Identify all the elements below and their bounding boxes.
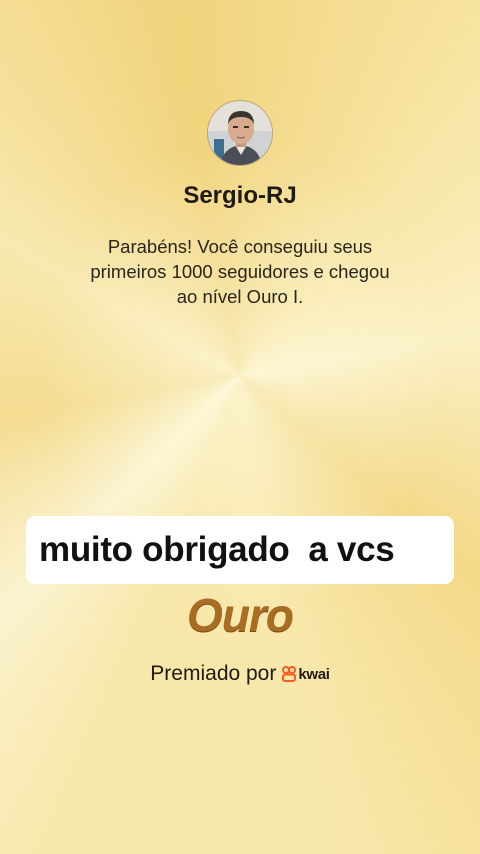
sponsor-line: Premiado por kwai (0, 662, 480, 686)
achievement-message: Parabéns! Você conseguiu seus primeiros … (60, 234, 420, 309)
caption-box: muito obrigado a vcs (26, 516, 454, 584)
caption-text: muito obrigado a vcs (39, 530, 395, 569)
message-line: ao nível Ouro I. (176, 286, 304, 307)
kwai-logo-icon (282, 666, 297, 682)
message-line: primeiros 1000 seguidores e chegou (90, 261, 390, 282)
username: Sergio-RJ (183, 182, 297, 209)
kwai-brand-text: kwai (298, 665, 330, 683)
user-avatar-photo-icon (208, 101, 272, 165)
kwai-brand[interactable]: kwai (282, 665, 330, 683)
message-line: Parabéns! Você conseguiu seus (107, 236, 373, 257)
avatar[interactable] (207, 100, 273, 166)
sponsor-label: Premiado por (150, 662, 277, 685)
level-title: Ouro (187, 589, 294, 641)
